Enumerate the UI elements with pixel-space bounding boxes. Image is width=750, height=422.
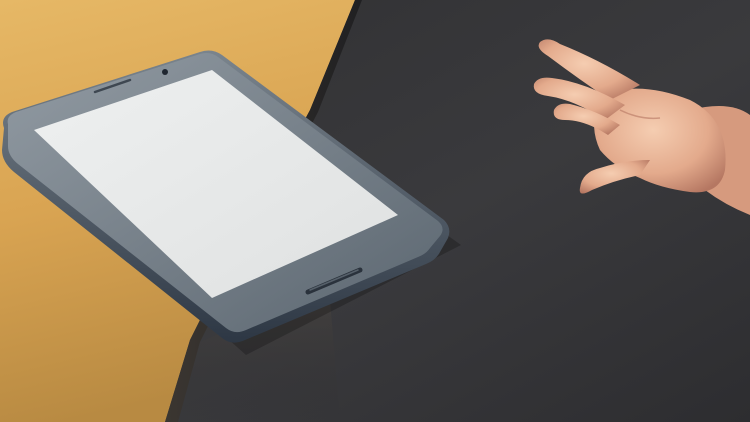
photo-illustration xyxy=(0,0,750,422)
tablet-front-camera-icon xyxy=(162,69,168,75)
photo-scene xyxy=(0,0,750,422)
